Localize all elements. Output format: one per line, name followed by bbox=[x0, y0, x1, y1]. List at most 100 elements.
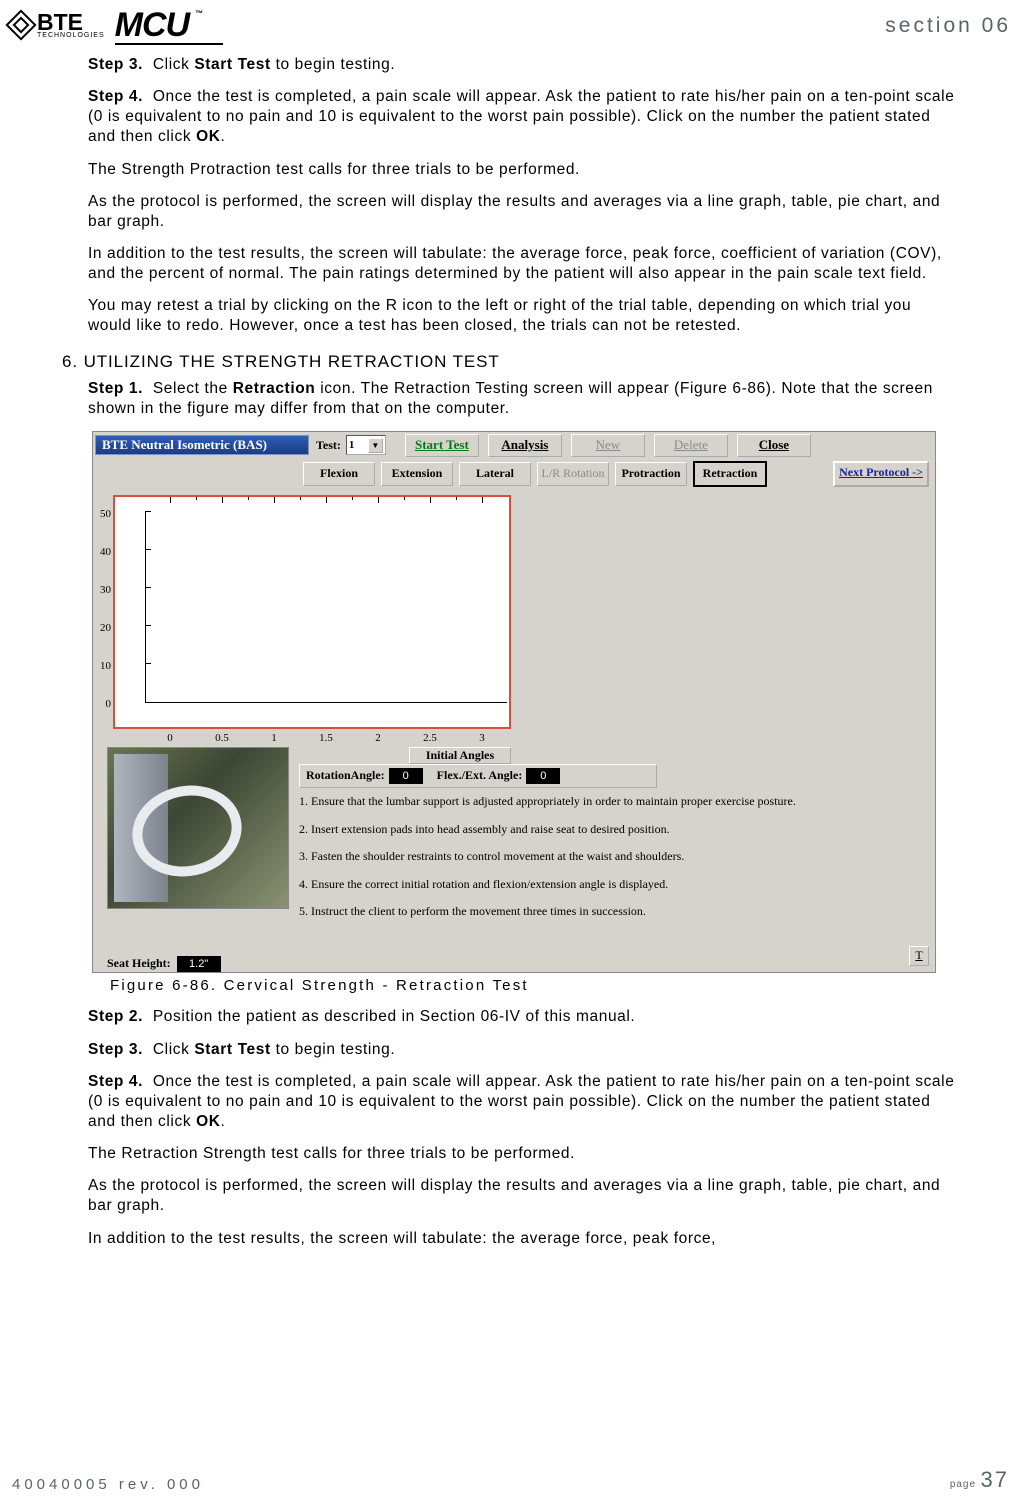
step-4-post: . bbox=[221, 128, 226, 145]
subheading: 6. UTILIZING THE STRENGTH RETRACTION TES… bbox=[62, 351, 955, 373]
logo-block: BTE TECHNOLOGIES MCU ™ bbox=[10, 6, 223, 45]
xtickmark bbox=[222, 497, 223, 503]
bte-text: BTE bbox=[37, 12, 105, 33]
trademark-icon: ™ bbox=[195, 9, 202, 18]
page-number: 37 bbox=[981, 1467, 1009, 1492]
page-header: BTE TECHNOLOGIES MCU ™ section 06 bbox=[0, 0, 1025, 45]
xtick-3: 3 bbox=[470, 731, 494, 745]
delete-button[interactable]: Delete bbox=[654, 434, 728, 457]
bte-subtext: TECHNOLOGIES bbox=[37, 33, 105, 39]
mcu-text: MCU bbox=[115, 6, 189, 44]
figure-caption: Figure 6-86. Cervical Strength - Retract… bbox=[110, 976, 955, 996]
step-1-pre: Select the bbox=[153, 380, 233, 397]
step-4-bold: OK bbox=[196, 128, 220, 145]
step-3-bottom: Step 3. Click Start Test to begin testin… bbox=[88, 1040, 955, 1060]
para-display-results-2: As the protocol is performed, the screen… bbox=[88, 1176, 955, 1216]
y-axis bbox=[145, 511, 146, 703]
app-lower: Initial Angles RotationAngle: Flex./Ext.… bbox=[93, 747, 935, 972]
xtickmark bbox=[482, 497, 483, 503]
ytickmark bbox=[145, 511, 151, 512]
xtick-2: 2 bbox=[366, 731, 390, 745]
t-button[interactable]: T bbox=[909, 946, 929, 966]
tab-lateral[interactable]: Lateral bbox=[459, 462, 531, 486]
analysis-button[interactable]: Analysis bbox=[488, 434, 562, 457]
xtickmark bbox=[326, 497, 327, 503]
ytickmark bbox=[145, 549, 151, 550]
bte-diamond-icon bbox=[5, 10, 36, 41]
para-tabulate-2: In addition to the test results, the scr… bbox=[88, 1229, 955, 1249]
para-protraction-trials: The Strength Protraction test calls for … bbox=[88, 160, 955, 180]
patient-photo bbox=[107, 747, 289, 909]
step-3b-bold: Start Test bbox=[194, 1041, 270, 1058]
xtick-05: 0.5 bbox=[210, 731, 234, 745]
para-display-results: As the protocol is performed, the screen… bbox=[88, 192, 955, 232]
ytickmark bbox=[145, 663, 151, 664]
chart-area: 0 10 20 30 40 50 0 0.5 1 1.5 2 2.5 3 bbox=[113, 495, 511, 729]
start-test-button[interactable]: Start Test bbox=[405, 434, 479, 457]
close-button[interactable]: Close bbox=[737, 434, 811, 457]
tab-flexion[interactable]: Flexion bbox=[303, 462, 375, 486]
step-3b-prefix: Step 3. bbox=[88, 1041, 143, 1058]
step-4-top: Step 4. Once the test is completed, a pa… bbox=[88, 87, 955, 147]
doc-id: 40040005 rev. 000 bbox=[12, 1476, 204, 1493]
step-1: Step 1. Select the Retraction icon. The … bbox=[88, 379, 955, 419]
main-content: Step 3. Click Start Test to begin testin… bbox=[0, 45, 1025, 1249]
ytick-50: 50 bbox=[89, 507, 111, 521]
flex-ext-angle-input[interactable] bbox=[526, 768, 560, 784]
rotation-angle-label: RotationAngle: bbox=[306, 768, 385, 784]
xtick-15: 1.5 bbox=[314, 731, 338, 745]
step-4-prefix: Step 4. bbox=[88, 88, 143, 105]
seat-height-input[interactable] bbox=[177, 956, 221, 972]
page-label: page bbox=[950, 1479, 976, 1490]
tab-extension[interactable]: Extension bbox=[381, 462, 453, 486]
step-3-post: to begin testing. bbox=[271, 56, 396, 73]
step-3b-post: to begin testing. bbox=[271, 1041, 396, 1058]
para-retraction-trials: The Retraction Strength test calls for t… bbox=[88, 1144, 955, 1164]
page-indicator: page 37 bbox=[950, 1467, 1009, 1493]
para-retest: You may retest a trial by clicking on th… bbox=[88, 296, 955, 336]
bottom-text-block: Step 2. Position the patient as describe… bbox=[88, 1007, 955, 1248]
app-window: BTE Neutral Isometric (BAS) Test: 1 ▼ St… bbox=[92, 431, 936, 973]
step-1-bold: Retraction bbox=[233, 380, 316, 397]
xtickmark bbox=[248, 497, 249, 500]
step-3-top: Step 3. Click Start Test to begin testin… bbox=[88, 55, 955, 75]
step-4b-bold: OK bbox=[196, 1113, 220, 1130]
xtick-1: 1 bbox=[262, 731, 286, 745]
flex-ext-angle-label: Flex./Ext. Angle: bbox=[437, 768, 523, 784]
xtickmark bbox=[456, 497, 457, 500]
para-tabulate: In addition to the test results, the scr… bbox=[88, 244, 955, 284]
step-1-prefix: Step 1. bbox=[88, 380, 143, 397]
seat-height-label: Seat Height: bbox=[107, 956, 171, 972]
tab-row: Flexion Extension Lateral L/R Rotation P… bbox=[93, 457, 935, 487]
xtickmark bbox=[404, 497, 405, 500]
new-button[interactable]: New bbox=[571, 434, 645, 457]
rotation-angle-input[interactable] bbox=[389, 768, 423, 784]
app-titlebar: BTE Neutral Isometric (BAS) Test: 1 ▼ St… bbox=[93, 432, 935, 457]
instruction-4: 4. Ensure the correct initial rotation a… bbox=[299, 877, 935, 893]
step-2-body: Position the patient as described in Sec… bbox=[153, 1008, 635, 1025]
tab-lr-rotation[interactable]: L/R Rotation bbox=[537, 462, 609, 486]
ytick-20: 20 bbox=[89, 621, 111, 635]
step-2-prefix: Step 2. bbox=[88, 1008, 143, 1025]
instruction-2: 2. Insert extension pads into head assem… bbox=[299, 822, 935, 838]
seat-height-row: Seat Height: bbox=[107, 956, 935, 972]
step-4b-prefix: Step 4. bbox=[88, 1073, 143, 1090]
ytickmark bbox=[145, 587, 151, 588]
xtickmark bbox=[274, 497, 275, 503]
xtickmark bbox=[352, 497, 353, 500]
step-4-bottom: Step 4. Once the test is completed, a pa… bbox=[88, 1072, 955, 1132]
ytick-0: 0 bbox=[89, 697, 111, 711]
ytick-10: 10 bbox=[89, 659, 111, 673]
step-2: Step 2. Position the patient as describe… bbox=[88, 1007, 955, 1027]
ytickmark bbox=[145, 625, 151, 626]
xtickmark bbox=[430, 497, 431, 503]
step-3b-pre: Click bbox=[153, 1041, 195, 1058]
tab-protraction[interactable]: Protraction bbox=[615, 462, 687, 486]
instruction-1: 1. Ensure that the lumbar support is adj… bbox=[299, 794, 935, 810]
chevron-down-icon: ▼ bbox=[368, 438, 383, 453]
xtickmark bbox=[170, 497, 171, 503]
next-protocol-button[interactable]: Next Protocol -> bbox=[833, 461, 929, 487]
initial-angles-block: Initial Angles RotationAngle: Flex./Ext.… bbox=[293, 747, 935, 920]
test-number-select[interactable]: 1 ▼ bbox=[346, 435, 386, 455]
tab-retraction[interactable]: Retraction bbox=[693, 461, 767, 487]
